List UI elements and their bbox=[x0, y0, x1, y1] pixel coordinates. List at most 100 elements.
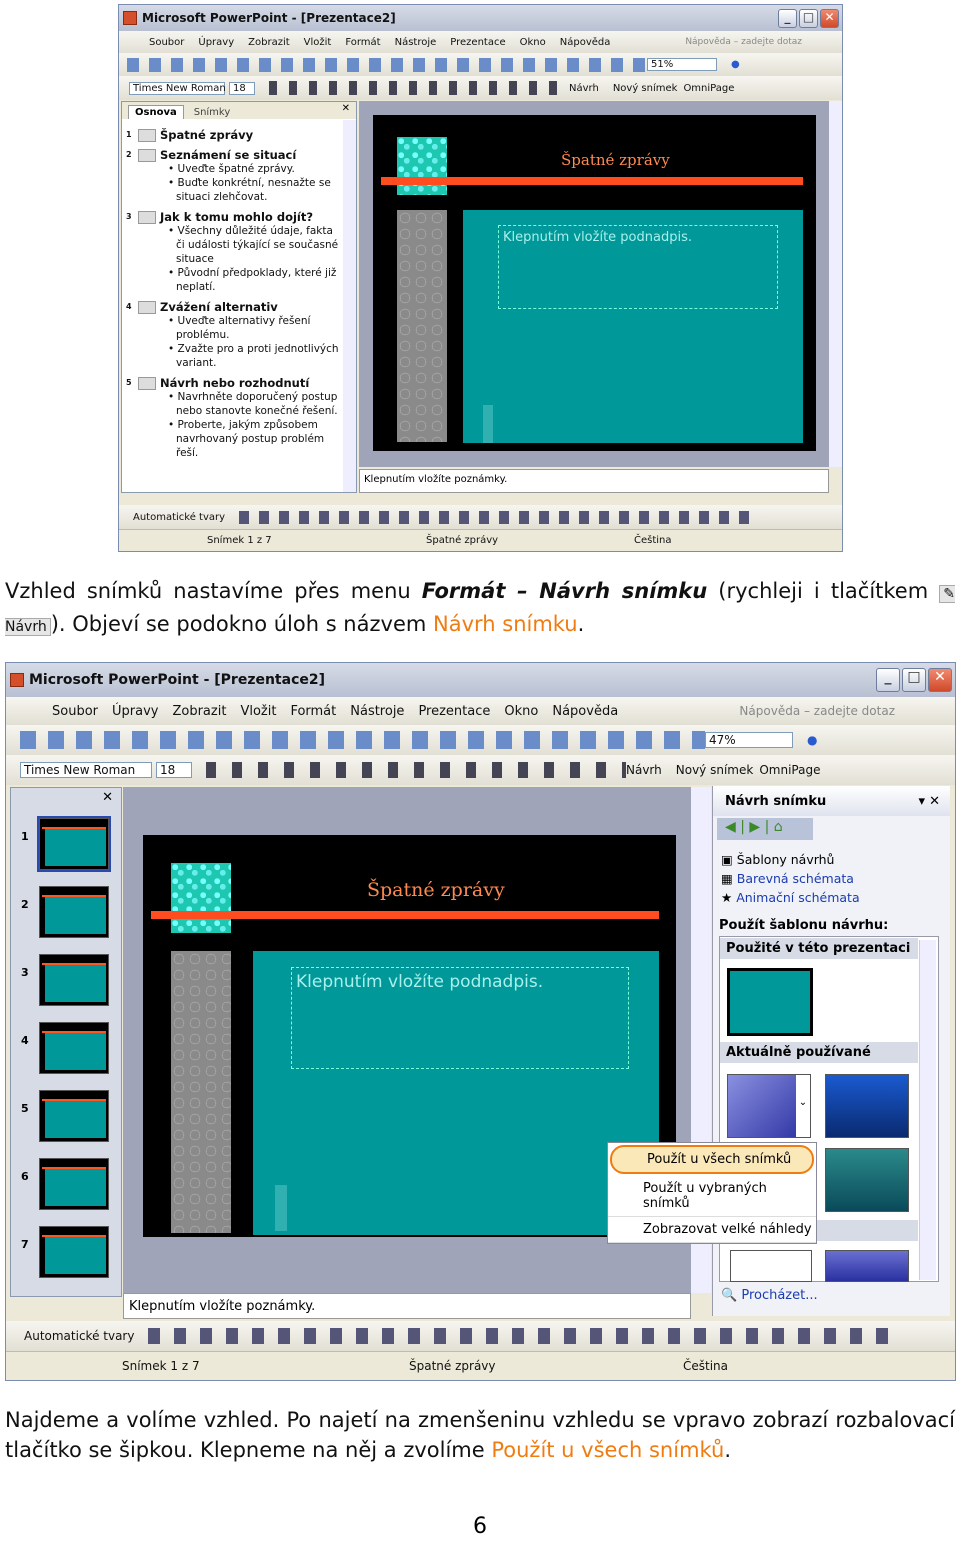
slide-thumbnail[interactable] bbox=[39, 1090, 109, 1142]
new-slide-button[interactable]: Nový snímek bbox=[613, 83, 678, 94]
close-button[interactable]: ✕ bbox=[928, 668, 952, 692]
apply-to-all-slides[interactable]: Použít u všech snímků bbox=[610, 1145, 814, 1174]
menu-soubor[interactable]: Soubor bbox=[149, 37, 184, 48]
minimize-button[interactable]: _ bbox=[876, 668, 900, 692]
slide-thumbnail[interactable] bbox=[39, 886, 109, 938]
color-schemes-link[interactable]: ▦ Barevná schémata bbox=[721, 869, 860, 888]
outline-bullet[interactable]: • Původní předpoklady, které již neplatí… bbox=[126, 266, 342, 294]
scrollbar[interactable] bbox=[343, 120, 356, 492]
slide-thumbnail[interactable] bbox=[37, 816, 111, 872]
zoom-select[interactable]: 47% bbox=[705, 732, 793, 748]
help-icon[interactable]: ● bbox=[807, 733, 817, 747]
slide-subtitle-placeholder[interactable]: Klepnutím vložíte podnadpis. bbox=[498, 225, 778, 309]
zoom-select[interactable]: 51% bbox=[647, 58, 717, 71]
template-thumb-2[interactable] bbox=[825, 1074, 909, 1138]
formatting-icons[interactable] bbox=[206, 762, 626, 778]
design-templates-link[interactable]: ▣ Šablony návrhů bbox=[721, 850, 860, 869]
template-list-scrollbar[interactable] bbox=[919, 940, 936, 1280]
menu-format[interactable]: Formát bbox=[290, 704, 336, 719]
font-select[interactable]: Times New Roman bbox=[20, 762, 152, 778]
slide[interactable]: Špatné zprávy Klepnutím vložíte podnadpi… bbox=[373, 115, 816, 451]
design-button[interactable]: Návrh bbox=[626, 763, 662, 777]
close-pane-icon[interactable]: ✕ bbox=[342, 103, 350, 114]
notes-pane[interactable]: Klepnutím vložíte poznámky. bbox=[123, 1293, 691, 1319]
apply-to-selected-slides[interactable]: Použít u vybraných snímků bbox=[608, 1176, 816, 1217]
slide-thumbnail[interactable] bbox=[39, 1158, 109, 1210]
outline-bullet[interactable]: • Zvažte pro a proti jednotlivých varian… bbox=[126, 342, 342, 370]
slide-title[interactable]: Špatné zprávy bbox=[367, 879, 505, 901]
browse-link[interactable]: 🔍 Procházet... bbox=[721, 1288, 818, 1303]
drawing-icons[interactable] bbox=[148, 1328, 899, 1344]
task-pane-nav-icons[interactable]: ◀ | ▶ | ⌂ bbox=[717, 818, 813, 840]
menu-nastroje[interactable]: Nástroje bbox=[395, 37, 437, 48]
help-icon[interactable]: ● bbox=[731, 59, 740, 70]
maximize-button[interactable]: □ bbox=[799, 8, 818, 28]
outline-slide-title[interactable]: 5 Návrh nebo rozhodnutí bbox=[126, 376, 342, 390]
formatting-icons[interactable] bbox=[269, 81, 569, 95]
slide-title[interactable]: Špatné zprávy bbox=[561, 151, 670, 169]
design-button[interactable]: Návrh bbox=[569, 83, 599, 94]
slide-thumbnail[interactable] bbox=[39, 1226, 109, 1278]
menu-okno[interactable]: Okno bbox=[504, 704, 538, 719]
menu-zobrazit[interactable]: Zobrazit bbox=[172, 704, 226, 719]
outline-bullet[interactable]: • Proberte, jakým způsobem navrhovaný po… bbox=[126, 418, 342, 460]
tab-outline[interactable]: Osnova bbox=[128, 105, 184, 119]
menu-prezentace[interactable]: Prezentace bbox=[450, 37, 505, 48]
menu-upravy[interactable]: Úpravy bbox=[198, 37, 234, 48]
template-dropdown-button[interactable]: ⌄ bbox=[796, 1075, 810, 1137]
font-size-select[interactable]: 18 bbox=[156, 762, 192, 778]
outline-bullet[interactable]: • Uveďte špatné zprávy. bbox=[126, 162, 342, 176]
outline-slide-title[interactable]: 1 Špatné zprávy bbox=[126, 128, 342, 142]
new-slide-button[interactable]: Nový snímek bbox=[676, 763, 754, 777]
template-thumb-5[interactable] bbox=[825, 1250, 909, 1282]
menu-nastroje[interactable]: Nástroje bbox=[350, 704, 404, 719]
template-thumb-3[interactable] bbox=[825, 1148, 909, 1212]
menu-soubor[interactable]: Soubor bbox=[52, 704, 98, 719]
omnipage-menu[interactable]: OmniPage bbox=[759, 763, 820, 777]
menu-upravy[interactable]: Úpravy bbox=[112, 704, 158, 719]
minimize-button[interactable]: _ bbox=[778, 8, 797, 28]
show-large-previews[interactable]: Zobrazovat velké náhledy bbox=[608, 1217, 816, 1243]
outline-bullet[interactable]: • Všechny důležité údaje, fakta či událo… bbox=[126, 224, 342, 266]
autoshapes-menu[interactable]: Automatické tvary bbox=[133, 512, 225, 523]
font-size-select[interactable]: 18 bbox=[229, 81, 255, 95]
animation-schemes-link[interactable]: ★ Animační schémata bbox=[721, 888, 860, 907]
template-thumb-current[interactable] bbox=[727, 968, 813, 1036]
slide[interactable]: Špatné zprávy Klepnutím vložíte podnadpi… bbox=[143, 835, 676, 1237]
close-pane-icon[interactable]: ✕ bbox=[102, 790, 113, 805]
omnipage-menu[interactable]: OmniPage bbox=[683, 83, 734, 94]
slide-thumbnail[interactable] bbox=[39, 1022, 109, 1074]
status-bar: Snímek 1 z 7 Špatné zprávy Čeština bbox=[119, 529, 842, 551]
help-search-input[interactable]: Nápověda – zadejte dotaz bbox=[685, 37, 802, 47]
close-button[interactable]: ✕ bbox=[820, 8, 839, 28]
tab-slides[interactable]: Snímky bbox=[184, 106, 241, 119]
vertical-scrollbar[interactable] bbox=[829, 101, 842, 467]
menu-format[interactable]: Formát bbox=[345, 37, 380, 48]
help-search-input[interactable]: Nápověda – zadejte dotaz bbox=[739, 704, 895, 718]
menu-napoveda[interactable]: Nápověda bbox=[552, 704, 618, 719]
outline-bullet[interactable]: • Navrhněte doporučený postup nebo stano… bbox=[126, 390, 342, 418]
font-select[interactable]: Times New Roman bbox=[129, 81, 226, 95]
menu-zobrazit[interactable]: Zobrazit bbox=[248, 37, 290, 48]
outline-bullet[interactable]: • Uveďte alternativy řešení problému. bbox=[126, 314, 342, 342]
task-pane-close-icon[interactable]: ▾ ✕ bbox=[918, 794, 940, 809]
menu-prezentace[interactable]: Prezentace bbox=[418, 704, 490, 719]
outline-slide-title[interactable]: 3 Jak k tomu mohlo dojít? bbox=[126, 210, 342, 224]
autoshapes-menu[interactable]: Automatické tvary bbox=[24, 1329, 134, 1343]
toolbar-icons[interactable] bbox=[20, 731, 705, 749]
menu-napoveda[interactable]: Nápověda bbox=[560, 37, 611, 48]
outline-bullet[interactable]: • Buďte konkrétní, nesnažte se situaci z… bbox=[126, 176, 342, 204]
menu-vlozit[interactable]: Vložit bbox=[240, 704, 276, 719]
menu-okno[interactable]: Okno bbox=[520, 37, 546, 48]
outline-slide-title[interactable]: 2 Seznámení se situací bbox=[126, 148, 342, 162]
slide-subtitle-placeholder[interactable]: Klepnutím vložíte podnadpis. bbox=[291, 967, 629, 1069]
template-thumb-4[interactable] bbox=[730, 1250, 812, 1282]
notes-pane[interactable]: Klepnutím vložíte poznámky. bbox=[359, 469, 829, 493]
drawing-icons[interactable] bbox=[239, 510, 760, 524]
toolbar-icons[interactable] bbox=[127, 57, 647, 72]
menu-vlozit[interactable]: Vložit bbox=[304, 37, 332, 48]
template-thumb-1[interactable]: ⌄ bbox=[727, 1074, 811, 1138]
maximize-button[interactable]: □ bbox=[902, 668, 926, 692]
slide-thumbnail[interactable] bbox=[39, 954, 109, 1006]
outline-slide-title[interactable]: 4 Zvážení alternativ bbox=[126, 300, 342, 314]
